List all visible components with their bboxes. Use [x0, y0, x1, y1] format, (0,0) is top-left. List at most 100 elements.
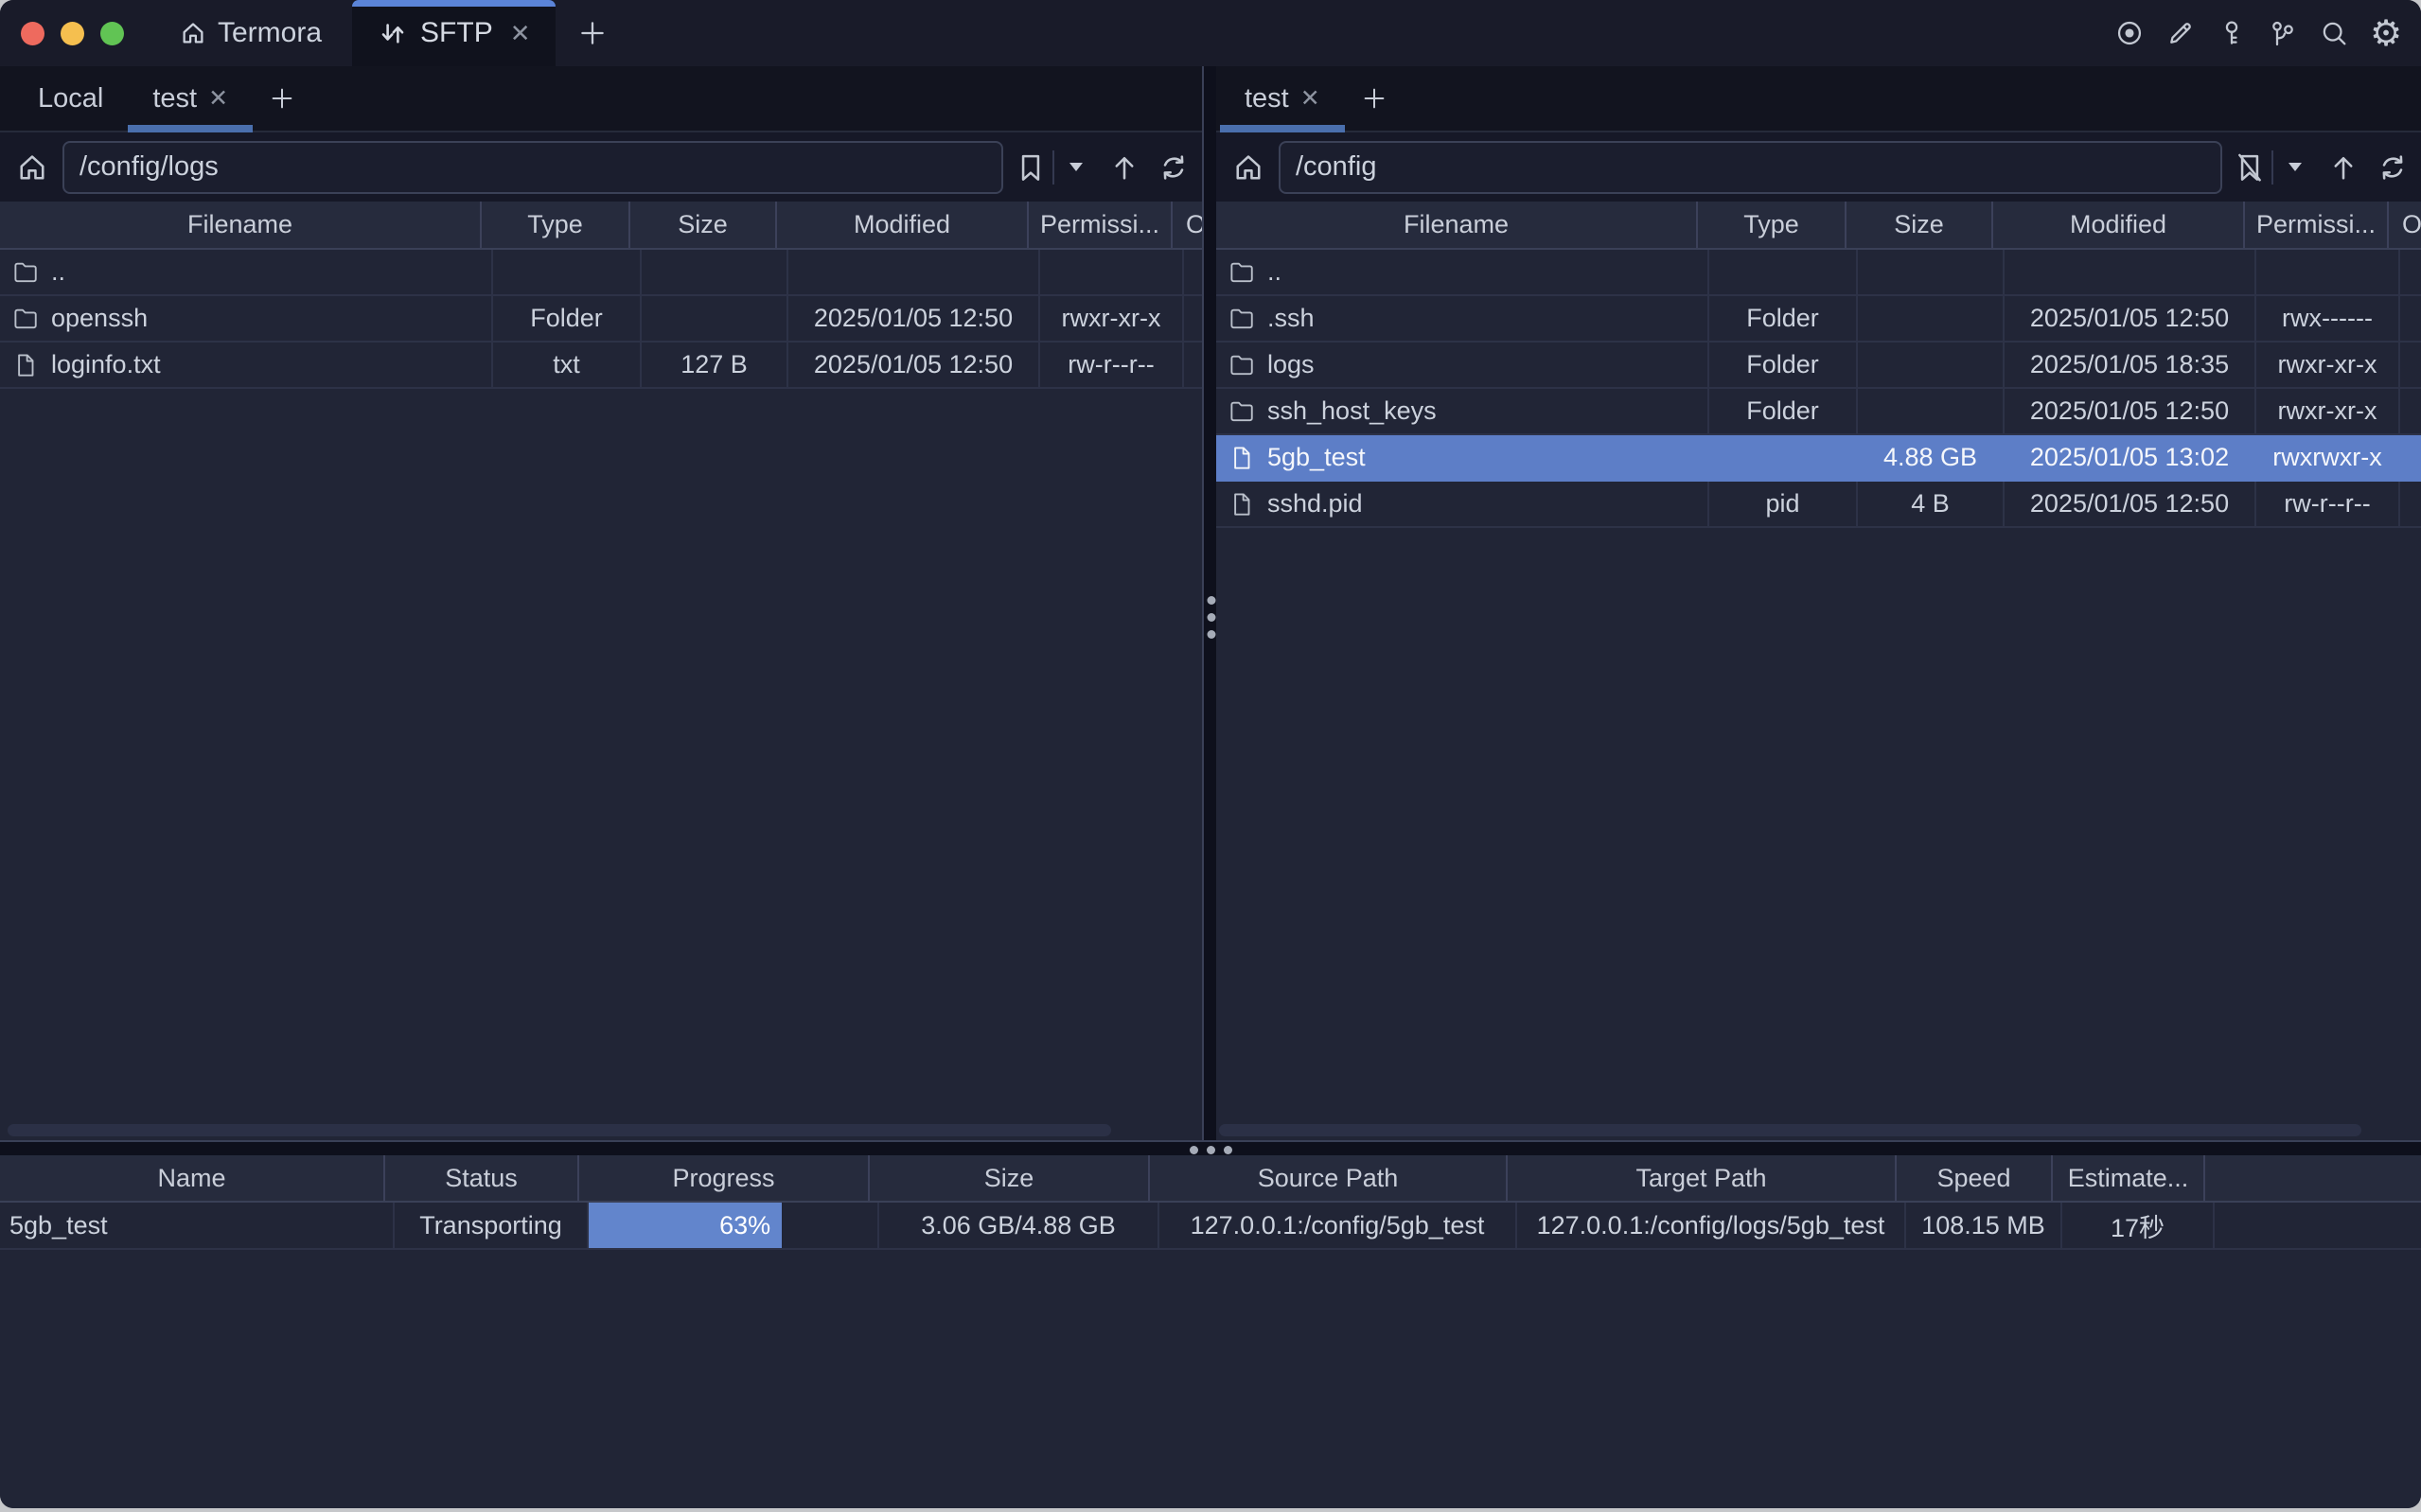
keychain-icon[interactable] — [2268, 18, 2298, 48]
transfer-arrows-icon — [377, 17, 409, 49]
right-path-bar — [1216, 132, 2421, 202]
refresh-icon[interactable] — [2376, 150, 2410, 185]
file-row[interactable]: 5gb_test4.88 GB2025/01/05 13:02rwxrwxr-x — [1216, 435, 2421, 482]
size-cell: 4 B — [1858, 482, 2005, 526]
divider — [2271, 150, 2273, 185]
new-pane-tab-button[interactable] — [253, 66, 311, 131]
permissions-cell: rwxr-xr-x — [1040, 296, 1184, 341]
filename-cell: .ssh — [1216, 296, 1709, 341]
key-icon[interactable] — [2217, 18, 2247, 48]
filename-cell: loginfo.txt — [0, 343, 493, 387]
modified-cell: 2025/01/05 12:50 — [2005, 296, 2256, 341]
transfer-row[interactable]: 5gb_testTransporting63%3.06 GB/4.88 GB12… — [0, 1203, 2421, 1250]
folder-icon — [11, 305, 40, 333]
bookmark-icon[interactable] — [1013, 149, 1049, 185]
transfer-column-header-progress[interactable]: Progress — [579, 1155, 870, 1201]
file-row[interactable]: .sshFolder2025/01/05 12:50rwx------ — [1216, 296, 2421, 343]
tab-local[interactable]: Local — [13, 66, 128, 131]
tab-label: test — [1245, 83, 1289, 114]
home-icon — [179, 19, 207, 47]
transfer-column-header-speed[interactable]: Speed — [1897, 1155, 2053, 1201]
record-icon[interactable] — [2114, 18, 2145, 48]
left-pane-tabs: Local test✕ — [0, 66, 1202, 132]
horizontal-scrollbar[interactable] — [8, 1124, 1111, 1136]
type-cell: txt — [493, 343, 642, 387]
column-header-modified[interactable]: Modified — [1993, 202, 2245, 248]
minimize-window-button[interactable] — [61, 22, 84, 45]
tab-termora-home[interactable]: Termora — [173, 0, 327, 66]
refresh-icon[interactable] — [1157, 150, 1191, 185]
bookmark-dropdown-icon[interactable] — [1069, 163, 1083, 171]
transfer-column-header-status[interactable]: Status — [385, 1155, 579, 1201]
file-row[interactable]: loginfo.txttxt127 B2025/01/05 12:50rw-r-… — [0, 343, 1202, 389]
tab-sftp[interactable]: SFTP ✕ — [352, 0, 555, 66]
close-window-button[interactable] — [21, 22, 44, 45]
permissions-cell: rwxrwxr-x — [2256, 435, 2400, 480]
column-header-type[interactable]: Type — [1698, 202, 1847, 248]
bookmark-slash-icon[interactable] — [2232, 149, 2268, 185]
permissions-cell — [2256, 250, 2400, 294]
tab-test[interactable]: test ✕ — [1220, 66, 1345, 131]
left-file-table: FilenameTypeSizeModifiedPermissi...Ow ..… — [0, 202, 1202, 389]
filename-label: 5gb_test — [1267, 443, 1366, 472]
column-header-type[interactable]: Type — [482, 202, 630, 248]
column-header-ow[interactable]: Ow — [2389, 202, 2421, 248]
permissions-cell: rwxr-xr-x — [2256, 343, 2400, 387]
column-header-filename[interactable]: Filename — [1216, 202, 1698, 248]
file-row[interactable]: .. — [1216, 250, 2421, 296]
owner-cell — [1184, 296, 1202, 341]
close-tab-icon[interactable]: ✕ — [1300, 84, 1320, 113]
close-tab-icon[interactable]: ✕ — [208, 84, 228, 113]
tab-label: Local — [38, 83, 103, 114]
parent-directory-icon[interactable] — [1107, 150, 1141, 185]
divider — [1052, 150, 1054, 185]
tab-test[interactable]: test✕ — [128, 66, 253, 131]
edit-icon[interactable] — [2165, 18, 2196, 48]
column-header-size[interactable]: Size — [1847, 202, 1993, 248]
transfer-column-header-targetpath[interactable]: Target Path — [1508, 1155, 1897, 1201]
path-input[interactable] — [62, 141, 1003, 194]
transfer-column-header-size[interactable]: Size — [870, 1155, 1150, 1201]
filename-label: .. — [1267, 257, 1281, 287]
type-cell: Folder — [1709, 343, 1858, 387]
titlebar-actions: ⚙ — [2114, 0, 2400, 66]
close-tab-icon[interactable]: ✕ — [510, 19, 531, 48]
parent-directory-icon[interactable] — [2326, 150, 2360, 185]
transfer-column-header-estimate[interactable]: Estimate... — [2053, 1155, 2205, 1201]
column-header-permissi[interactable]: Permissi... — [2245, 202, 2389, 248]
progress-bar: 63% — [589, 1203, 782, 1248]
column-header-filename[interactable]: Filename — [0, 202, 482, 248]
column-header-modified[interactable]: Modified — [777, 202, 1029, 248]
column-header-size[interactable]: Size — [630, 202, 777, 248]
home-icon[interactable] — [1231, 150, 1265, 185]
transfer-column-header-sourcepath[interactable]: Source Path — [1150, 1155, 1508, 1201]
new-pane-tab-button[interactable] — [1345, 66, 1404, 131]
file-row[interactable]: ssh_host_keysFolder2025/01/05 12:50rwxr-… — [1216, 389, 2421, 435]
transfer-column-header-name[interactable]: Name — [0, 1155, 385, 1201]
app-tab-label: Termora — [218, 17, 322, 49]
file-row[interactable]: logsFolder2025/01/05 18:35rwxr-xr-x — [1216, 343, 2421, 389]
target-path-cell: 127.0.0.1:/config/logs/5gb_test — [1517, 1203, 1906, 1248]
filename-label: .ssh — [1267, 304, 1315, 333]
filename-label: sshd.pid — [1267, 489, 1363, 519]
settings-icon[interactable]: ⚙ — [2370, 18, 2400, 48]
bookmark-dropdown-icon[interactable] — [2288, 163, 2302, 171]
column-header-permissi[interactable]: Permissi... — [1029, 202, 1173, 248]
file-row[interactable]: sshd.pidpid4 B2025/01/05 12:50rw-r--r-- — [1216, 482, 2421, 528]
new-tab-button[interactable] — [576, 0, 609, 66]
filename-cell: ssh_host_keys — [1216, 389, 1709, 433]
horizontal-scrollbar[interactable] — [1219, 1124, 2361, 1136]
size-cell — [1858, 250, 2005, 294]
path-input[interactable] — [1279, 141, 2222, 194]
file-row[interactable]: .. — [0, 250, 1202, 296]
zoom-window-button[interactable] — [100, 22, 124, 45]
filename-cell: .. — [0, 250, 493, 294]
right-pane-tabs: test ✕ — [1216, 66, 2421, 132]
column-header-ow[interactable]: Ow — [1173, 202, 1202, 248]
file-icon — [1228, 444, 1256, 472]
remote-pane: test ✕ — [1216, 66, 2421, 1140]
splitter-grip-icon — [1190, 1146, 1232, 1154]
home-icon[interactable] — [15, 150, 49, 185]
file-row[interactable]: opensshFolder2025/01/05 12:50rwxr-xr-x — [0, 296, 1202, 343]
search-icon[interactable] — [2319, 18, 2349, 48]
